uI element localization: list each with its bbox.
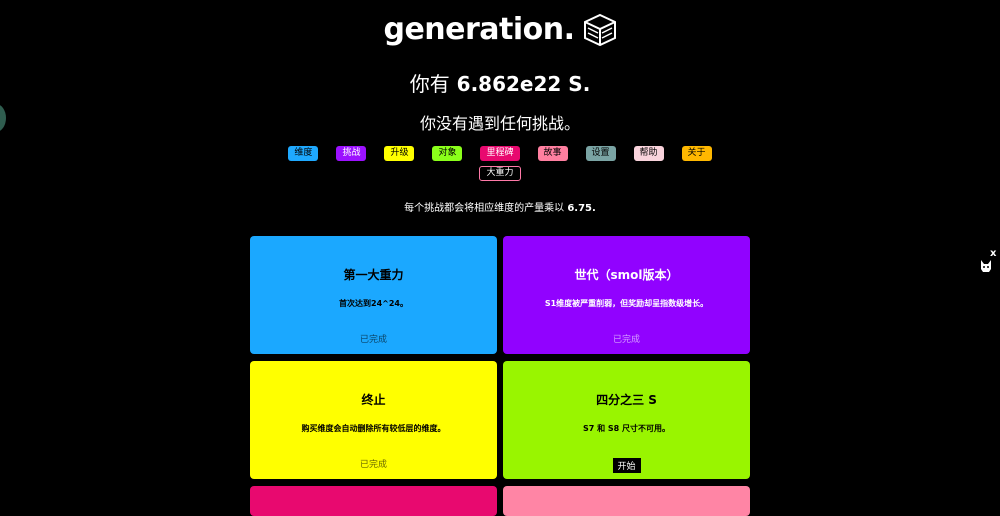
challenge-status-label: 已完成 — [612, 335, 640, 345]
tab-8[interactable]: 关于 — [681, 146, 712, 161]
info-text: 每个挑战都会将相应维度的产量乘以 — [404, 203, 565, 214]
cat-icon[interactable] — [979, 259, 993, 273]
currency-prefix: 你有 — [409, 72, 450, 96]
challenge-card-partial — [503, 486, 750, 516]
start-challenge-button[interactable]: 开始 — [612, 458, 641, 473]
tab-0[interactable]: 维度 — [288, 146, 319, 161]
cube-logo-icon — [583, 13, 616, 46]
logo: generation. — [383, 12, 616, 47]
challenge-title: 四分之三 S — [596, 393, 657, 407]
challenge-desc: S7 和 S8 尺寸不可用。 — [582, 424, 670, 433]
challenge-desc: 购买维度会自动删除所有较低层的维度。 — [301, 424, 446, 433]
tab-5[interactable]: 故事 — [537, 146, 568, 161]
challenge-title: 终止 — [361, 393, 386, 407]
logo-text: generation. — [383, 12, 575, 47]
currency-display: 你有 6.862e22 S. — [0, 68, 1000, 97]
challenge-card: 第一大重力 首次达到24^24。 已完成 — [250, 236, 497, 354]
challenge-card: 终止 购买维度会自动删除所有较低层的维度。 已完成 — [250, 361, 497, 479]
close-icon[interactable]: x — [990, 248, 996, 259]
challenge-status: 你没有遇到任何挑战。 — [419, 114, 580, 133]
challenge-title: 世代（smol版本） — [574, 268, 679, 282]
tab-gravity[interactable]: 大重力 — [479, 166, 521, 181]
tab-3[interactable]: 对象 — [432, 146, 463, 161]
tab-2[interactable]: 升级 — [384, 146, 415, 161]
challenge-desc: 首次达到24^24。 — [339, 299, 408, 308]
challenge-title: 第一大重力 — [343, 268, 404, 282]
challenge-status-label: 已完成 — [359, 335, 387, 345]
tab-1[interactable]: 挑战 — [336, 146, 367, 161]
tab-7[interactable]: 帮助 — [633, 146, 664, 161]
info-value: 6.75. — [567, 203, 596, 214]
challenge-card: 世代（smol版本） S1维度被严重削弱，但奖励却呈指数级增长。 已完成 — [503, 236, 750, 354]
challenge-info: 每个挑战都会将相应维度的产量乘以 6.75. — [0, 199, 1000, 214]
tab-6[interactable]: 设置 — [585, 146, 616, 161]
nav-tabs: 维度 挑战 升级 对象 里程碑 故事 设置 帮助 关于 大重力 — [0, 146, 1000, 181]
header: generation. — [0, 12, 1000, 47]
challenge-card-partial — [250, 486, 497, 516]
tab-4[interactable]: 里程碑 — [480, 146, 520, 161]
challenge-desc: S1维度被严重削弱，但奖励却呈指数级增长。 — [544, 299, 709, 308]
challenge-status-label: 已完成 — [359, 460, 387, 470]
challenge-card: 四分之三 S S7 和 S8 尺寸不可用。 开始 — [503, 361, 750, 479]
currency-amount: 6.862e22 S. — [456, 72, 591, 96]
